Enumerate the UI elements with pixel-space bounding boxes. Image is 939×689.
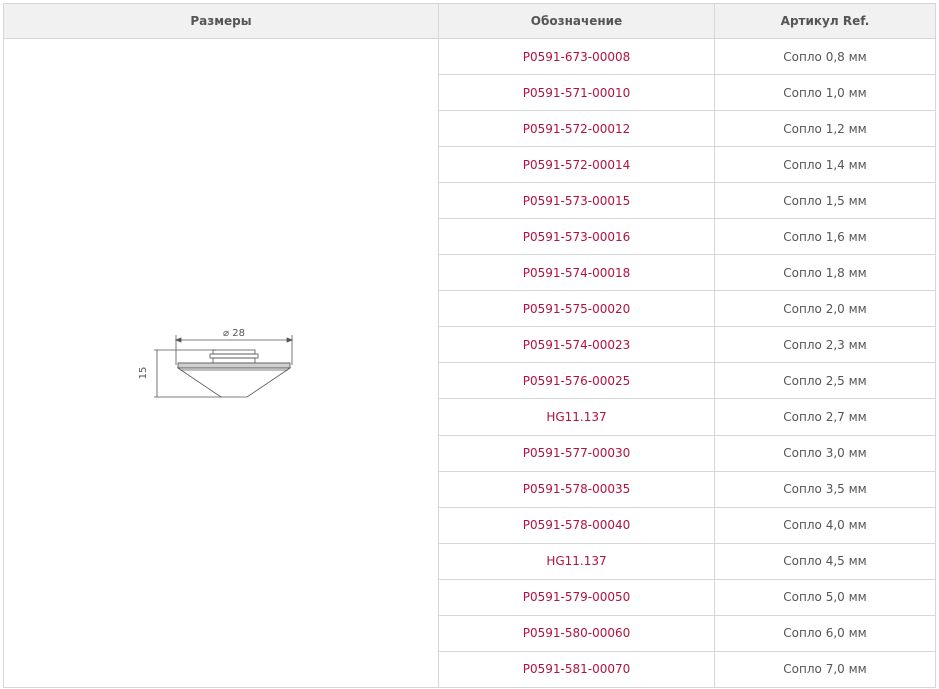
designation-cell: P0591-574-00023 [438, 326, 715, 364]
diameter-label: ⌀ 28 [223, 328, 245, 339]
table-body: ⌀ 28 15 P0591-673-00008 Сопло 0,8 мм P0591-5… [3, 37, 936, 689]
designation-link[interactable]: P0591-574-00018 [523, 266, 631, 280]
designation-link[interactable]: P0591-574-00023 [523, 338, 631, 352]
article-cell: Сопло 1,2 мм [714, 110, 936, 148]
designation-link[interactable]: P0591-578-00040 [523, 518, 631, 532]
designation-cell: P0591-573-00016 [438, 218, 715, 256]
article-cell: Сопло 0,8 мм [714, 37, 936, 76]
article-cell: Сопло 2,0 мм [714, 290, 936, 328]
table-row: ⌀ 28 15 P0591-673-00008 Сопло 0,8 мм [3, 37, 936, 688]
height-label: 15 [138, 367, 149, 380]
table-header-row: Размеры Обозначение Артикул Ref. [3, 3, 936, 39]
designation-link[interactable]: P0591-572-00012 [523, 122, 631, 136]
designation-link[interactable]: P0591-577-00030 [523, 446, 631, 460]
designation-cell: P0591-579-00050 [438, 578, 715, 616]
article-cell: Сопло 2,5 мм [714, 362, 936, 400]
article-cell: Сопло 1,0 мм [714, 74, 936, 112]
designation-link[interactable]: P0591-576-00025 [523, 374, 631, 388]
designation-cell: P0591-577-00030 [438, 434, 715, 472]
article-cell: Сопло 6,0 мм [714, 614, 936, 652]
designation-link[interactable]: P0591-575-00020 [523, 302, 631, 316]
header-sizes: Размеры [3, 3, 439, 39]
designation-cell: P0591-673-00008 [438, 37, 715, 76]
article-cell: Сопло 7,0 мм [714, 650, 936, 689]
article-cell: Сопло 5,0 мм [714, 578, 936, 616]
article-cell: Сопло 1,5 мм [714, 182, 936, 220]
designation-link[interactable]: P0591-580-00060 [523, 626, 631, 640]
nozzle-table: Размеры Обозначение Артикул Ref. ⌀ 28 15 P… [3, 3, 936, 689]
designation-cell: P0591-581-00070 [438, 650, 715, 689]
designation-cell: P0591-572-00012 [438, 110, 715, 148]
designation-link[interactable]: P0591-571-00010 [523, 86, 631, 100]
designation-cell: P0591-573-00015 [438, 182, 715, 220]
designation-link[interactable]: P0591-579-00050 [523, 590, 631, 604]
designation-cell: P0591-572-00014 [438, 146, 715, 184]
designation-link[interactable]: P0591-578-00035 [523, 482, 631, 496]
designation-link[interactable]: P0591-572-00014 [523, 158, 631, 172]
designation-cell: P0591-578-00035 [438, 470, 715, 508]
nozzle-drawing-cell: ⌀ 28 15 [3, 38, 439, 688]
article-cell: Сопло 3,0 мм [714, 434, 936, 472]
nozzle-drawing: ⌀ 28 15 [138, 328, 294, 398]
designation-cell: HG11.137 [438, 398, 715, 436]
designation-cell: P0591-571-00010 [438, 74, 715, 112]
designation-cell: P0591-574-00018 [438, 254, 715, 292]
header-designation: Обозначение [438, 3, 715, 39]
article-cell: Сопло 2,3 мм [714, 326, 936, 364]
designation-cell: HG11.137 [438, 542, 715, 580]
designation-link[interactable]: P0591-573-00015 [523, 194, 631, 208]
designation-link[interactable]: P0591-581-00070 [523, 662, 631, 676]
article-cell: Сопло 1,8 мм [714, 254, 936, 292]
designation-link[interactable]: P0591-573-00016 [523, 230, 631, 244]
header-article: Артикул Ref. [714, 3, 936, 39]
article-cell: Сопло 2,7 мм [714, 398, 936, 436]
article-cell: Сопло 1,6 мм [714, 218, 936, 256]
article-cell: Сопло 4,5 мм [714, 542, 936, 580]
designation-link[interactable]: HG11.137 [546, 410, 606, 424]
article-cell: Сопло 1,4 мм [714, 146, 936, 184]
article-cell: Сопло 4,0 мм [714, 506, 936, 544]
designation-link[interactable]: P0591-673-00008 [523, 50, 631, 64]
designation-cell: P0591-580-00060 [438, 614, 715, 652]
designation-link[interactable]: HG11.137 [546, 554, 606, 568]
designation-cell: P0591-576-00025 [438, 362, 715, 400]
designation-cell: P0591-578-00040 [438, 506, 715, 544]
article-cell: Сопло 3,5 мм [714, 470, 936, 508]
designation-cell: P0591-575-00020 [438, 290, 715, 328]
